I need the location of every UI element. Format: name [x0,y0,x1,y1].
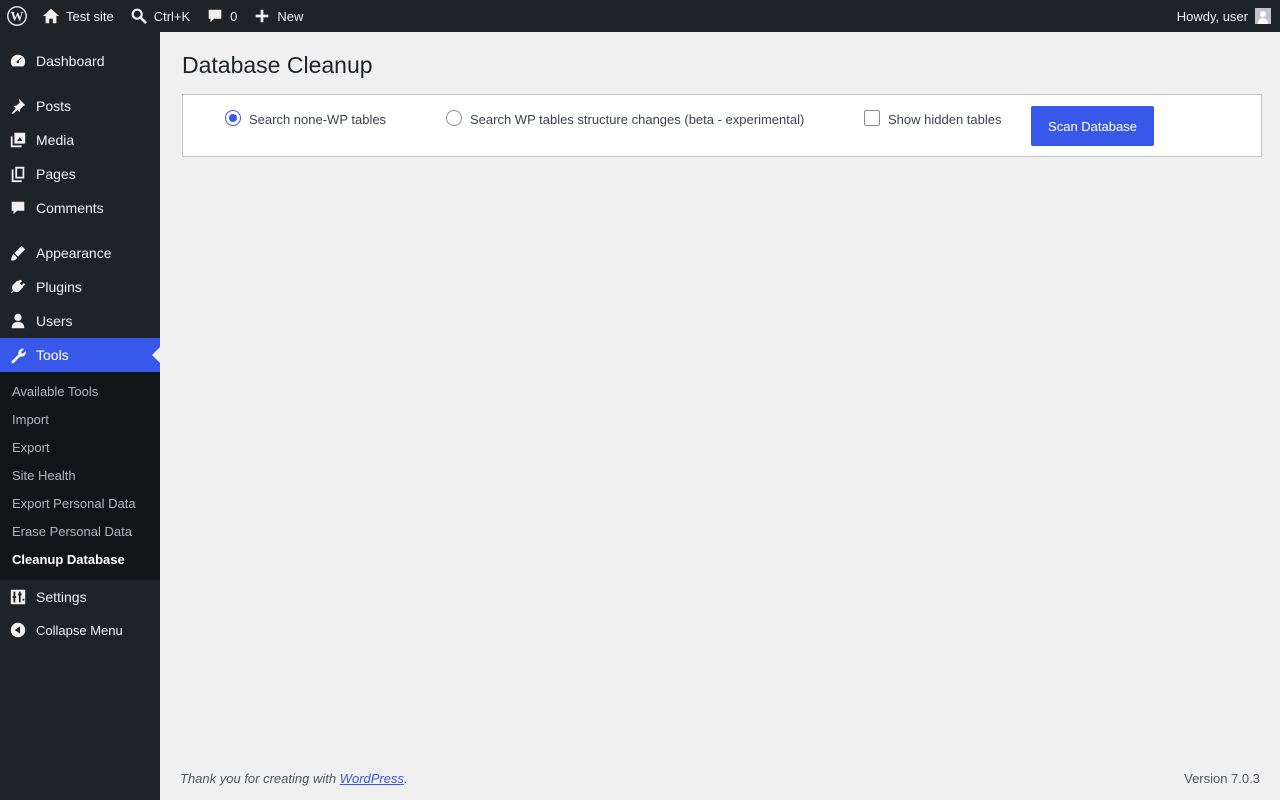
collapse-arrow-icon [8,620,28,640]
page-title: Database Cleanup [182,52,373,78]
submenu-item-erase-personal-data[interactable]: Erase Personal Data [12,524,132,539]
sidebar-item-tools[interactable]: Tools [0,338,160,372]
wrench-icon [8,345,28,365]
comment-icon [206,7,224,25]
show-hidden-tables-checkbox[interactable] [864,110,880,126]
sidebar-item-posts[interactable]: Posts [0,89,160,123]
media-icon [8,130,28,150]
admin-sidebar: Dashboard Posts Media Pages Comments App… [0,32,160,800]
command-palette-button[interactable]: Ctrl+K [122,0,198,32]
site-name-label: Test site [66,8,114,24]
plus-icon [253,7,271,25]
sidebar-item-label: Plugins [36,279,82,295]
sidebar-item-label: Appearance [36,245,112,261]
sidebar-item-pages[interactable]: Pages [0,157,160,191]
version-label: Version 7.0.3 [1184,771,1260,786]
search-shortcut-label: Ctrl+K [153,8,191,24]
admin-bar: W Test site Ctrl+K 0 New Howdy, user [0,0,1280,32]
sidebar-item-comments[interactable]: Comments [0,191,160,225]
sidebar-item-settings[interactable]: Settings [0,580,160,614]
sidebar-item-label: Posts [36,98,72,114]
show-hidden-tables-option[interactable]: Show hidden tables [864,110,1002,127]
pin-icon [8,96,28,116]
footer-thanks-prefix: Thank you for creating with [180,771,340,786]
avatar [1255,8,1271,24]
pages-icon [8,164,28,184]
comments-link[interactable]: 0 [198,0,245,32]
footer-thanks-suffix: . [404,771,408,786]
site-name-link[interactable]: Test site [34,0,122,32]
submenu-item-export-personal-data[interactable]: Export Personal Data [12,496,136,511]
search-non-wp-tables-radio[interactable] [225,110,241,126]
comment-icon [8,198,28,218]
search-icon [130,7,148,25]
submenu-item-cleanup-database[interactable]: Cleanup Database [12,552,125,567]
sidebar-item-media[interactable]: Media [0,123,160,157]
home-icon [42,7,60,25]
sidebar-item-label: Comments [36,200,104,216]
sidebar-item-label: Dashboard [36,53,105,69]
submenu-item-export[interactable]: Export [12,440,50,455]
submenu-item-available-tools[interactable]: Available Tools [12,384,98,399]
howdy-label: Howdy, user [1176,8,1248,24]
sidebar-item-label: Settings [36,589,87,605]
sidebar-item-users[interactable]: Users [0,304,160,338]
my-account-link[interactable]: Howdy, user [1169,0,1280,32]
sidebar-item-label: Pages [36,166,76,182]
new-content-button[interactable]: New [245,0,311,32]
wordpress-logo-icon[interactable]: W [0,0,34,32]
svg-text:W: W [11,9,24,24]
footer-thanks: Thank you for creating with WordPress. [180,771,408,786]
comments-count: 0 [230,8,238,24]
dashboard-icon [8,51,28,71]
sidebar-item-label: Media [36,132,75,148]
scan-database-button[interactable]: Scan Database [1031,106,1154,146]
search-structure-changes-option[interactable]: Search WP tables structure changes (beta… [446,110,805,127]
search-structure-changes-label: Search WP tables structure changes (beta… [470,111,805,127]
submenu-item-import[interactable]: Import [12,412,49,427]
search-non-wp-tables-option[interactable]: Search none-WP tables [225,110,387,127]
plug-icon [8,277,28,297]
search-structure-changes-radio[interactable] [446,110,462,126]
sliders-icon [8,587,28,607]
scan-options-panel: Search none-WP tables Search WP tables s… [182,94,1262,157]
search-non-wp-tables-label: Search none-WP tables [249,111,387,127]
tools-submenu: Available Tools Import Export Site Healt… [0,372,160,580]
submenu-item-site-health[interactable]: Site Health [12,468,76,483]
collapse-menu-label: Collapse Menu [36,622,123,638]
sidebar-item-dashboard[interactable]: Dashboard [0,44,160,78]
sidebar-item-plugins[interactable]: Plugins [0,270,160,304]
user-icon [8,311,28,331]
collapse-menu-button[interactable]: Collapse Menu [0,613,160,647]
new-label: New [277,8,304,24]
sidebar-item-label: Tools [36,347,69,363]
wordpress-link[interactable]: WordPress [340,771,404,786]
sidebar-item-label: Users [36,313,73,329]
sidebar-item-appearance[interactable]: Appearance [0,236,160,270]
brush-icon [8,243,28,263]
show-hidden-tables-label: Show hidden tables [888,111,1002,127]
